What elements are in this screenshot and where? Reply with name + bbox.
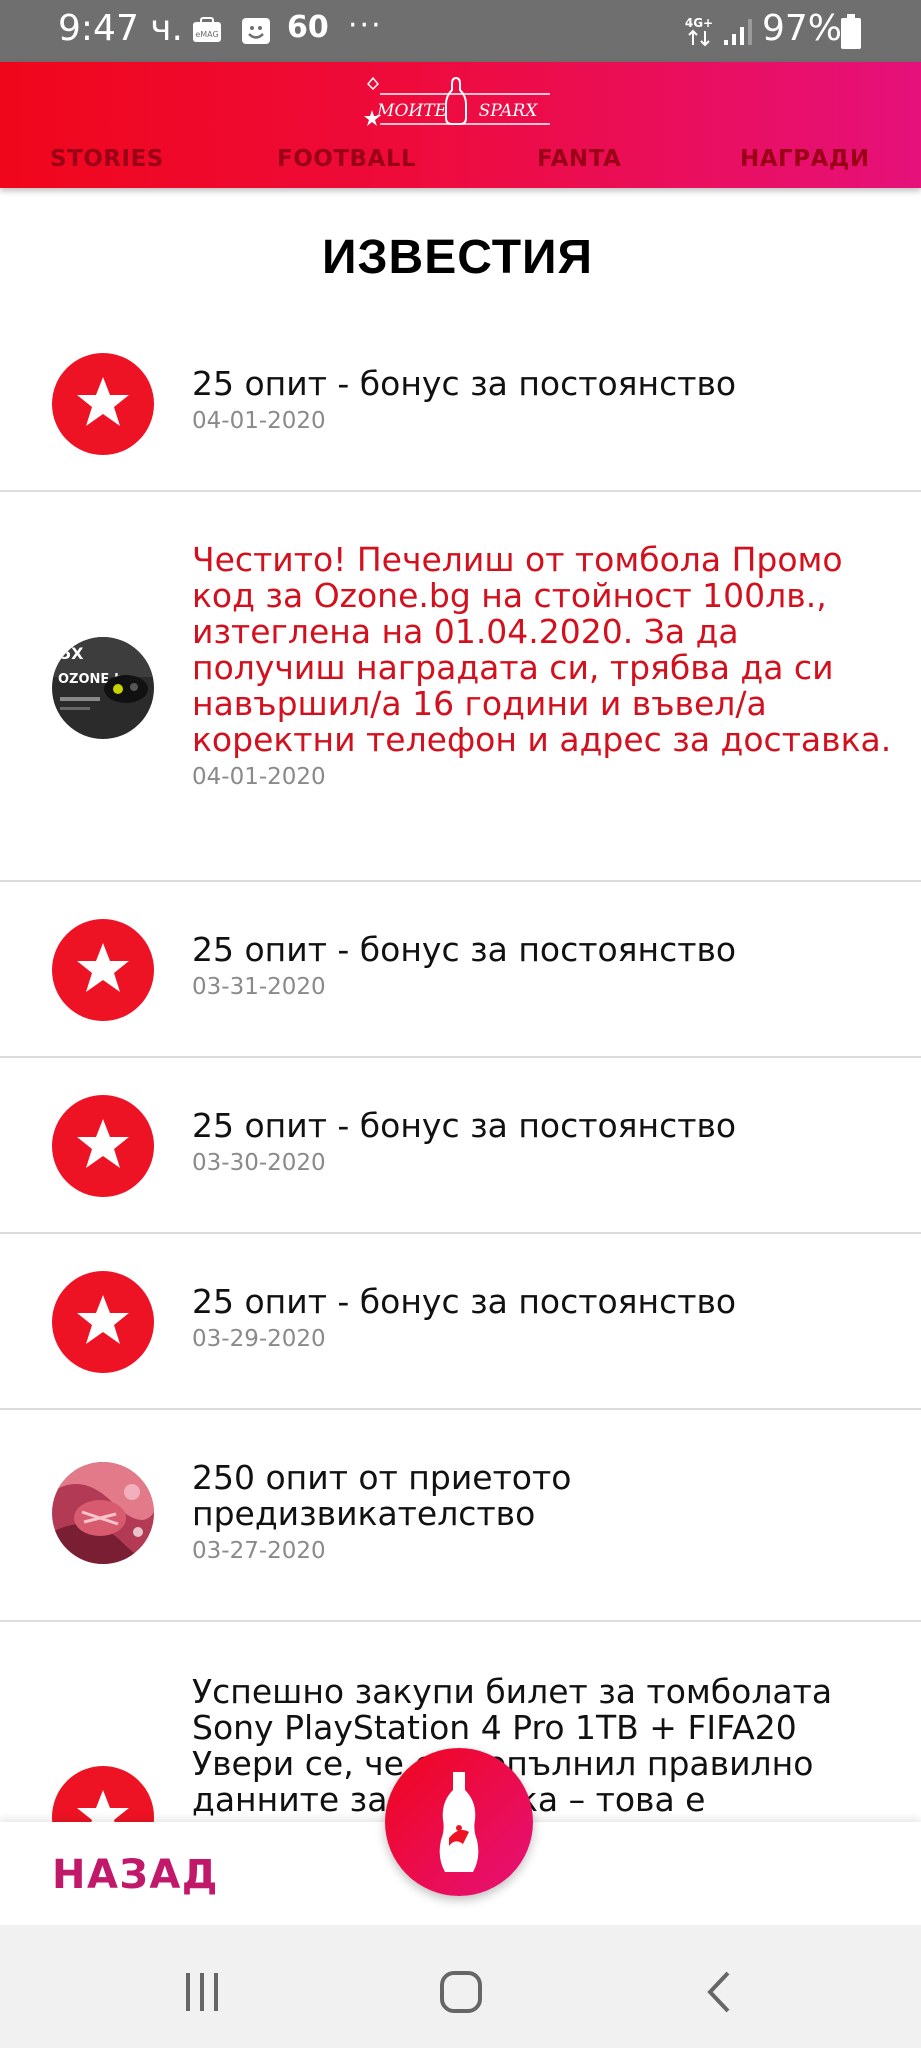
app-header: MOИTE SPARX STORIES FOOTBALL FANTA НАГРА…: [0, 62, 921, 188]
home-icon[interactable]: [430, 1963, 490, 2023]
list-item-text: 25 опит - бонус за постоянство 03-29-202…: [192, 1284, 902, 1354]
list-item-date: 04-01-2020: [192, 408, 326, 434]
signal-strength-icon: [722, 16, 756, 46]
list-item-text: 25 опит - бонус за постоянство 03-31-202…: [192, 932, 902, 1002]
svg-text:eMAG: eMAG: [195, 30, 218, 39]
list-item[interactable]: 25 опит - бонус за постоянство 03-29-202…: [0, 1234, 921, 1410]
list-item-title: 25 опит - бонус за постоянство: [192, 364, 737, 403]
list-item[interactable]: 25 опит - бонус за постоянство 03-31-202…: [0, 882, 921, 1058]
moite-sparx-logo[interactable]: MOИTE SPARX: [360, 72, 560, 134]
list-item-title: 25 опит - бонус за постоянство: [192, 1282, 737, 1321]
back-arrow-icon[interactable]: [690, 1963, 750, 2023]
back-button[interactable]: НАЗАД: [52, 1852, 219, 1898]
list-item-title: 25 опит - бонус за постоянство: [192, 1106, 737, 1145]
list-item-title: 250 опит от приетото предизвикателство: [192, 1458, 572, 1533]
svg-text:4G+: 4G+: [685, 16, 713, 30]
list-item[interactable]: 25 опит - бонус за постоянство 03-30-202…: [0, 1058, 921, 1234]
star-icon: [52, 1766, 154, 1822]
list-item[interactable]: 5X OZONE.bg Честито! Печелиш от томбола …: [0, 492, 921, 882]
page-title: ИЗВЕСТИЯ: [0, 230, 921, 285]
svg-text:MOИTE: MOИTE: [376, 101, 448, 121]
list-item-text: 25 опит - бонус за постоянство 03-30-202…: [192, 1108, 902, 1178]
list-item-date: 03-30-2020: [192, 1150, 326, 1176]
list-item-date: 04-01-2020: [192, 764, 326, 790]
list-item-text: 25 опит - бонус за постоянство 04-01-202…: [192, 366, 902, 436]
list-item-title: 25 опит - бонус за постоянство: [192, 930, 737, 969]
app-notification-icon: [240, 16, 272, 46]
ozone-thumbnail: 5X OZONE.bg: [52, 637, 154, 739]
notification-count: 60: [287, 10, 329, 45]
list-item-text: 250 опит от приетото предизвикателство 0…: [192, 1460, 902, 1566]
bottle-icon: [439, 1772, 479, 1872]
tab-stories[interactable]: STORIES: [50, 146, 164, 172]
list-item-title: Успешно закупи билет за томболата Sony P…: [192, 1672, 833, 1819]
home-bottle-button[interactable]: [385, 1748, 533, 1896]
challenge-thumbnail: [52, 1462, 154, 1564]
list-item-date: 03-27-2020: [192, 1538, 326, 1564]
list-item[interactable]: 250 опит от приетото предизвикателство 0…: [0, 1410, 921, 1622]
list-item-title: Честито! Печелиш от томбола Промо код за…: [192, 540, 892, 759]
star-icon: [52, 1271, 154, 1373]
list-item-date: 03-31-2020: [192, 974, 326, 1000]
page-title-text: ИЗВЕСТИЯ: [321, 231, 594, 284]
list-item-text: Честито! Печелиш от томбола Промо код за…: [192, 542, 902, 792]
tab-rewards[interactable]: НАГРАДИ: [740, 146, 870, 172]
recent-apps-icon[interactable]: [172, 1963, 232, 2023]
emag-notification-icon: eMAG: [191, 16, 223, 46]
battery-percentage: 97%: [762, 8, 843, 49]
tab-fanta[interactable]: FANTA: [537, 146, 621, 172]
tab-football[interactable]: FOOTBALL: [277, 146, 416, 172]
svg-text:5X: 5X: [60, 644, 84, 663]
list-item-date: 03-29-2020: [192, 1326, 326, 1352]
status-bar: 9:47 ч. eMAG 60 ··· 4G+ 97%: [0, 0, 921, 62]
list-item-text: Успешно закупи билет за томболата Sony P…: [192, 1674, 902, 1818]
svg-text:SPARX: SPARX: [479, 101, 539, 121]
list-item[interactable]: 25 опит - бонус за постоянство 04-01-202…: [0, 316, 921, 492]
network-4g-icon: 4G+: [682, 14, 716, 50]
star-icon: [52, 919, 154, 1021]
battery-icon: [840, 14, 862, 50]
star-icon: [52, 353, 154, 455]
star-icon: [52, 1095, 154, 1197]
more-notifications-icon: ···: [348, 8, 383, 43]
status-time: 9:47 ч.: [58, 8, 183, 49]
system-navigation-bar: [0, 1925, 921, 2048]
